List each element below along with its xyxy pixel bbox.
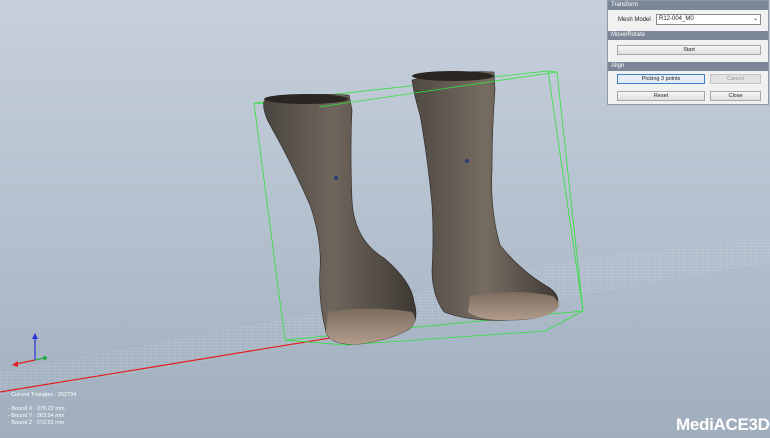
left-foot-model (263, 93, 417, 345)
chevron-down-icon[interactable]: ⌄ (753, 15, 758, 24)
move-rotate-header: Move/Rotate (608, 31, 768, 40)
mesh-model-value: R12-004_M0 (659, 16, 694, 22)
triangle-count: Current Triangles : 252734 (11, 392, 77, 398)
mesh-model-row: Mesh Model R12-004_M0 ⌄ (608, 10, 768, 31)
transform-header: Transform (608, 1, 768, 10)
mesh-model-label: Mesh Model (618, 17, 651, 23)
start-button[interactable]: Start (617, 45, 761, 55)
close-button[interactable]: Close (710, 91, 761, 101)
model-stats: Current Triangles : 252734 - Bound X : 2… (8, 392, 76, 427)
align-header: Align (608, 62, 768, 71)
mediace3d-logo: MediACE3D (676, 415, 770, 434)
bound-x: - Bound X : 270.22 mm (8, 406, 65, 412)
bound-z: - Bound Z : 272.53 mm (8, 420, 65, 426)
move-rotate-row: Start (608, 40, 768, 62)
reset-button[interactable]: Reset (617, 91, 705, 101)
axes-gizmo-icon (12, 333, 47, 367)
right-foot-model (411, 71, 559, 321)
transform-panel: Transform Mesh Model R12-004_M0 ⌄ Move/R… (607, 0, 769, 105)
picking-points-button[interactable]: Picking 3 points (617, 74, 705, 84)
cancel-button[interactable]: Cancel (710, 74, 761, 84)
bound-y: - Bound Y : 263.54 mm (8, 413, 65, 419)
align-row: Picking 3 points Cancel Reset Close (608, 71, 768, 107)
mesh-model-select[interactable]: R12-004_M0 ⌄ (656, 14, 761, 25)
